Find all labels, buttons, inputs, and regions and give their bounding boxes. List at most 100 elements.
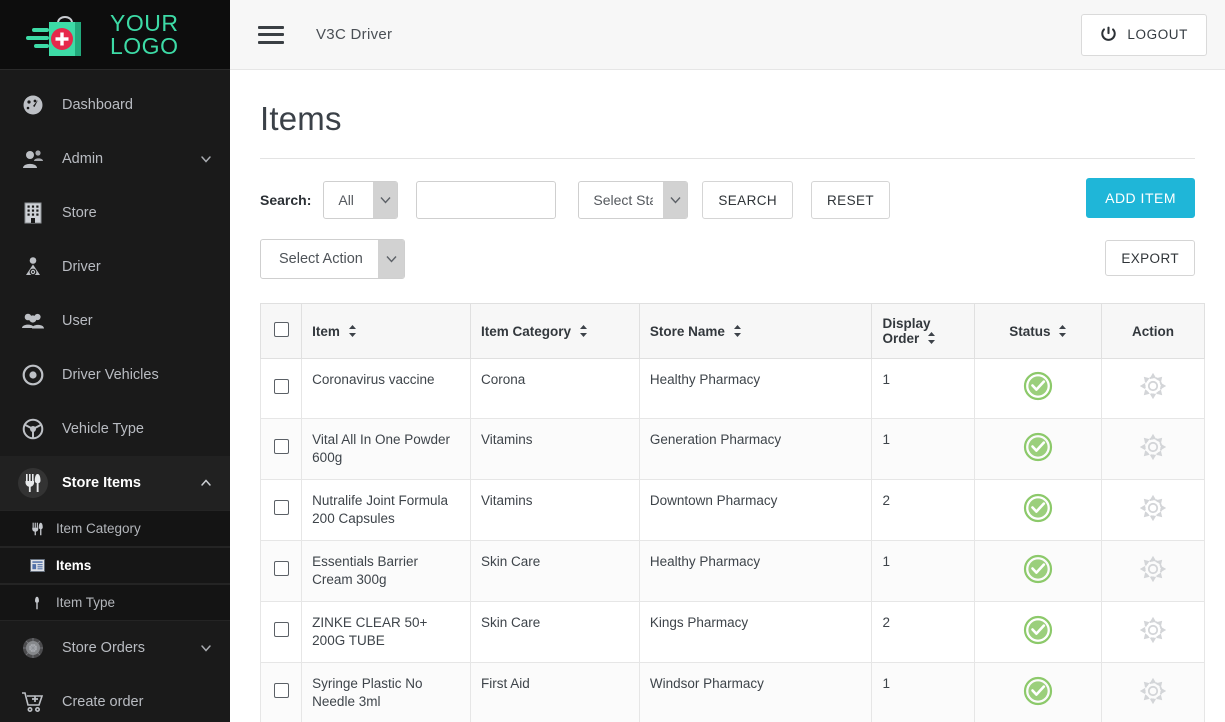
hamburger-icon[interactable] <box>258 25 284 44</box>
select-all-checkbox[interactable] <box>273 322 289 337</box>
column-label: Action <box>1132 323 1174 339</box>
export-button[interactable]: EXPORT <box>1105 240 1195 276</box>
sidebar-item-label: Dashboard <box>62 97 133 113</box>
select-all-header <box>259 303 303 359</box>
sort-icon <box>579 324 587 337</box>
sidebar-item-driver[interactable]: Driver <box>0 240 230 294</box>
table-row: Vital All In One Powder 600g Vitamins Gene… <box>259 418 1205 480</box>
sort-icon <box>733 324 741 337</box>
cell-status[interactable] <box>974 479 1103 541</box>
cell-status[interactable] <box>974 601 1103 663</box>
search-input[interactable] <box>416 181 557 219</box>
sidebar-item-user[interactable]: User <box>0 294 230 348</box>
cell-item: ZINKE CLEAR 50+ 200G TUBE <box>301 601 471 663</box>
row-select-cell <box>259 479 303 541</box>
sidebar-nav: Dashboard Admin Store Driver User Driver… <box>0 70 230 722</box>
cell-action[interactable] <box>1101 418 1205 480</box>
gear-icon <box>1139 555 1167 582</box>
cell-status[interactable] <box>974 418 1103 480</box>
cell-item: Vital All In One Powder 600g <box>301 418 471 480</box>
row-checkbox[interactable] <box>273 622 289 637</box>
table-body: Coronavirus vaccine Corona Healthy Pharmac… <box>259 358 1205 722</box>
reset-button[interactable]: RESET <box>811 181 891 219</box>
cell-item: Coronavirus vaccine <box>301 358 471 419</box>
cell-display-order: 1 <box>871 662 976 722</box>
app-root: YOUR LOGO Dashboard Admin Store Driver U… <box>0 0 1225 722</box>
items-table-wrapper: Item Item Category Store Name Display Or… <box>259 303 1205 722</box>
gear-icon <box>1139 616 1167 643</box>
table-row: ZINKE CLEAR 50+ 200G TUBE Skin Care Kings … <box>259 601 1205 663</box>
row-select-cell <box>259 418 303 480</box>
cell-status[interactable] <box>974 358 1103 419</box>
logo[interactable]: YOUR LOGO <box>0 0 230 70</box>
add-item-button[interactable]: ADD ITEM <box>1086 178 1195 218</box>
sidebar-item-store-orders[interactable]: Store Orders <box>0 621 230 675</box>
sidebar-item-create-order[interactable]: Create order <box>0 675 230 722</box>
table-row: Coronavirus vaccine Corona Healthy Pharmac… <box>259 358 1205 419</box>
sidebar-item-driver-vehicles[interactable]: Driver Vehicles <box>0 348 230 402</box>
row-checkbox[interactable] <box>273 683 289 698</box>
column-header-display-order[interactable]: Display Order <box>871 303 976 359</box>
sidebar-item-items[interactable]: Items <box>0 547 230 584</box>
sidebar-item-dashboard[interactable]: Dashboard <box>0 78 230 132</box>
sidebar-item-store-items[interactable]: Store Items <box>0 456 230 510</box>
cell-status[interactable] <box>974 540 1103 602</box>
cell-action[interactable] <box>1101 662 1205 722</box>
select-action-dropdown[interactable]: Select Action <box>260 239 405 279</box>
sidebar-item-admin[interactable]: Admin <box>0 132 230 186</box>
sidebar-item-item-category[interactable]: Item Category <box>0 510 230 547</box>
dashboard-icon <box>18 90 48 120</box>
column-header-store-name[interactable]: Store Name <box>638 303 873 359</box>
cutlery-small-icon <box>28 522 46 536</box>
status-active-icon <box>1024 371 1053 401</box>
steering-wheel-icon <box>18 414 48 444</box>
sidebar-item-item-type[interactable]: Item Type <box>0 584 230 621</box>
cell-status[interactable] <box>974 662 1103 722</box>
status-select-wrapper: Select Status <box>578 181 689 219</box>
sidebar-item-label: Store Items <box>62 475 141 491</box>
cell-store-name: Healthy Pharmacy <box>638 358 873 419</box>
row-select-cell <box>259 358 303 419</box>
cell-action[interactable] <box>1101 540 1205 602</box>
logout-button[interactable]: LOGOUT <box>1081 13 1207 56</box>
column-header-status[interactable]: Status <box>974 303 1103 359</box>
sidebar-subitem-label: Item Type <box>56 595 116 610</box>
logo-text: YOUR LOGO <box>110 11 179 59</box>
search-status-select[interactable]: Select Status <box>578 181 689 219</box>
column-label: Store Name <box>649 323 725 339</box>
row-checkbox[interactable] <box>273 500 289 515</box>
select-action-wrapper: Select Action <box>260 239 405 279</box>
cell-action[interactable] <box>1101 479 1205 541</box>
cell-item: Syringe Plastic No Needle 3ml <box>301 662 471 722</box>
sidebar-item-store[interactable]: Store <box>0 186 230 240</box>
sidebar-item-label: Vehicle Type <box>62 421 144 437</box>
row-checkbox[interactable] <box>273 561 289 576</box>
table-row: Syringe Plastic No Needle 3ml First Aid Wi… <box>259 662 1205 722</box>
power-icon <box>1101 26 1117 41</box>
row-checkbox[interactable] <box>273 378 289 394</box>
status-active-icon <box>1024 676 1053 705</box>
column-header-item-category[interactable]: Item Category <box>470 303 640 359</box>
row-checkbox[interactable] <box>273 439 289 454</box>
status-active-icon <box>1024 615 1053 644</box>
items-table: Item Item Category Store Name Display Or… <box>259 303 1205 722</box>
logout-label: LOGOUT <box>1127 27 1188 42</box>
sidebar-item-label: Driver <box>62 259 101 275</box>
sidebar-subitem-label: Item Category <box>56 521 141 536</box>
column-label: Status <box>1009 323 1051 339</box>
list-window-icon <box>28 559 46 572</box>
gear-icon <box>1139 494 1167 521</box>
cell-store-name: Kings Pharmacy <box>638 601 873 663</box>
gear-icon <box>1139 677 1167 704</box>
cell-action[interactable] <box>1101 601 1205 663</box>
sidebar-item-vehicle-type[interactable]: Vehicle Type <box>0 402 230 456</box>
cell-action[interactable] <box>1101 358 1205 419</box>
column-label: Item Category <box>481 323 572 339</box>
column-header-item[interactable]: Item <box>301 303 471 359</box>
search-button[interactable]: SEARCH <box>702 181 794 219</box>
search-category-select[interactable]: All <box>323 181 399 219</box>
logo-line-2: LOGO <box>110 32 179 59</box>
cell-store-name: Generation Pharmacy <box>638 418 873 480</box>
filter-toolbar: Search: All Select Status SEARCH RESET A… <box>260 178 1195 219</box>
sidebar: YOUR LOGO Dashboard Admin Store Driver U… <box>0 0 230 722</box>
